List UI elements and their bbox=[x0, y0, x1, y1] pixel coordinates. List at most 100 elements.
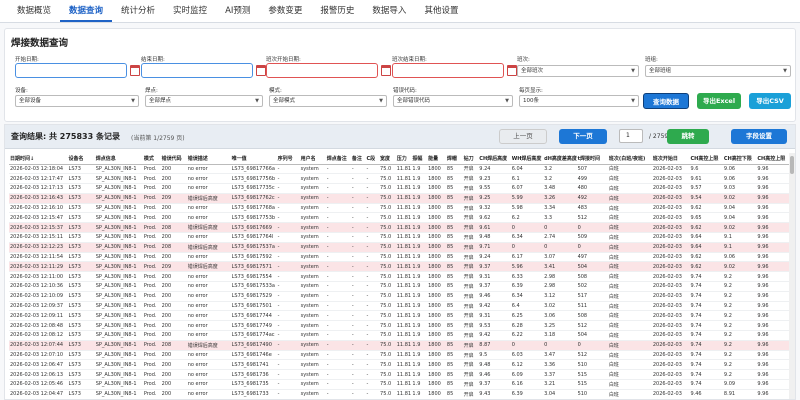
table-cell: 9.43 bbox=[478, 389, 511, 399]
tab-0[interactable]: 数据概览 bbox=[8, 2, 60, 22]
column-header[interactable]: 班次开始日 bbox=[651, 153, 690, 165]
team-select[interactable]: 全部班组 ▼ bbox=[645, 65, 791, 77]
tab-2[interactable]: 统计分析 bbox=[112, 2, 164, 22]
column-header[interactable]: 日期时间↓ bbox=[9, 153, 68, 165]
scrollbar-thumb[interactable] bbox=[790, 156, 794, 174]
column-header[interactable]: 压力 bbox=[395, 153, 412, 165]
column-header[interactable]: 振幅 bbox=[411, 153, 428, 165]
column-header[interactable]: CH高控下限 bbox=[722, 153, 757, 165]
table-cell: 200 bbox=[160, 369, 187, 381]
column-header[interactable]: 班次(白班/夜班) bbox=[607, 153, 652, 165]
shift-end-calendar-icon[interactable] bbox=[507, 65, 517, 76]
table-row[interactable]: 2026-02-03 12:18:04 LS73 SP_AL30N_IN8-1 Pro… bbox=[9, 164, 789, 175]
table-row[interactable]: 2026-02-03 12:10:09 LS73 SP_AL30N_IN8-1 Pro… bbox=[9, 291, 789, 302]
prev-page-button[interactable]: 上一页 bbox=[499, 129, 547, 144]
page-number-input[interactable]: 1 bbox=[619, 129, 643, 143]
column-header[interactable]: CH焊后高度 bbox=[478, 153, 511, 165]
table-row[interactable]: 2026-02-03 12:17:13 LS73 SP_AL30N_IN8-1 Pro… bbox=[9, 183, 789, 194]
device-select[interactable]: 全部设备 ▼ bbox=[15, 95, 139, 107]
table-row[interactable]: 2026-02-03 12:06:47 LS73 SP_AL30N_IN8-1 Pro… bbox=[9, 359, 789, 371]
shift-start-input[interactable] bbox=[266, 63, 378, 78]
shift-start-calendar-icon[interactable] bbox=[381, 65, 391, 76]
tab-4[interactable]: AI预测 bbox=[216, 2, 259, 22]
column-header[interactable]: 错误描述 bbox=[186, 153, 231, 165]
column-header[interactable]: 焊帽 bbox=[445, 153, 463, 165]
column-header[interactable]: 用户名 bbox=[299, 153, 326, 165]
column-header[interactable]: 模式 bbox=[142, 153, 161, 165]
table-row[interactable]: 2026-02-03 12:16:10 LS73 SP_AL30N_IN8-1 Pro… bbox=[9, 203, 789, 214]
tab-3[interactable]: 实时监控 bbox=[164, 2, 216, 22]
column-header[interactable]: 备注 bbox=[350, 153, 366, 165]
table-row[interactable]: 2026-02-03 12:15:11 LS73 SP_AL30N_IN8-1 Pro… bbox=[9, 232, 789, 243]
column-header[interactable]: 钻刀 bbox=[462, 153, 479, 165]
query-data-button[interactable]: 查询数据 bbox=[643, 93, 689, 109]
table-row[interactable]: 2026-02-03 12:07:10 LS73 SP_AL30N_IN8-1 Pro… bbox=[9, 350, 789, 361]
table-cell: 208 bbox=[160, 222, 187, 234]
tab-1[interactable]: 数据查询 bbox=[60, 2, 113, 22]
table-row[interactable]: 2026-02-03 12:15:47 LS73 SP_AL30N_IN8-1 Pro… bbox=[9, 212, 789, 224]
table-row[interactable]: 2026-02-03 12:17:47 LS73 SP_AL30N_IN8-1 Pro… bbox=[9, 173, 789, 185]
table-cell: 9.04 bbox=[722, 212, 757, 224]
table-scrollbar[interactable] bbox=[789, 153, 795, 399]
table-row[interactable]: 2026-02-03 12:06:13 LS73 SP_AL30N_IN8-1 Pro… bbox=[9, 369, 789, 381]
end-date-calendar-icon[interactable] bbox=[256, 65, 266, 76]
end-date-input[interactable] bbox=[141, 63, 253, 78]
column-header[interactable]: 宽度 bbox=[379, 153, 396, 165]
export-csv-button[interactable]: 导出CSV bbox=[749, 93, 791, 109]
error-code-select[interactable]: 全部错误代码 ▼ bbox=[393, 95, 513, 107]
table-cell: system bbox=[299, 340, 326, 351]
table-row[interactable]: 2026-02-03 12:12:23 LS73 SP_AL30N_IN8-1 Pro… bbox=[9, 242, 789, 253]
weld-point-select[interactable]: 全部焊点 ▼ bbox=[145, 95, 263, 107]
table-cell: 85 bbox=[445, 301, 463, 312]
table-row[interactable]: 2026-02-03 12:09:11 LS73 SP_AL30N_IN8-1 Pro… bbox=[9, 310, 789, 322]
column-header[interactable]: C段 bbox=[365, 153, 380, 165]
column-header[interactable]: WH焊后高度 bbox=[510, 153, 544, 165]
column-header[interactable]: 唯一值 bbox=[230, 153, 277, 165]
shift-end-input[interactable] bbox=[392, 63, 504, 78]
jump-button[interactable]: 跳转 bbox=[667, 129, 709, 144]
page-size-select[interactable]: 100条 ▼ bbox=[519, 95, 639, 107]
tab-5[interactable]: 参数变更 bbox=[259, 2, 311, 22]
table-row[interactable]: 2026-02-03 12:05:46 LS73 SP_AL30N_IN8-1 Pro… bbox=[9, 379, 789, 390]
column-header[interactable]: 焊点信息 bbox=[94, 153, 143, 165]
mode-select[interactable]: 全部模式 ▼ bbox=[269, 95, 387, 107]
table-cell: - bbox=[325, 389, 351, 399]
table-row[interactable]: 2026-02-03 12:11:29 LS73 SP_AL30N_IN8-1 Pro… bbox=[9, 261, 789, 273]
table-row[interactable]: 2026-02-03 12:09:37 LS73 SP_AL30N_IN8-1 Pro… bbox=[9, 301, 789, 312]
start-date-calendar-icon[interactable] bbox=[130, 65, 140, 76]
column-header[interactable]: 焊点备注 bbox=[325, 153, 351, 165]
table-cell: - bbox=[350, 173, 366, 185]
column-header[interactable]: 能量 bbox=[427, 153, 446, 165]
table-cell: 75.0 bbox=[379, 203, 396, 214]
table-row[interactable]: 2026-02-03 12:11:00 LS73 SP_AL30N_IN8-1 Pro… bbox=[9, 271, 789, 283]
table-cell: LS73 bbox=[67, 183, 95, 194]
table-row[interactable]: 2026-02-03 12:11:54 LS73 SP_AL30N_IN8-1 Pro… bbox=[9, 252, 789, 263]
export-excel-button[interactable]: 导出Excel bbox=[697, 93, 741, 109]
table-row[interactable]: 2026-02-03 12:07:44 LS73 SP_AL30N_IN8-1 Pro… bbox=[9, 340, 789, 351]
next-page-button[interactable]: 下一页 bbox=[559, 129, 607, 144]
table-row[interactable]: 2026-02-03 12:16:43 LS73 SP_AL30N_IN8-1 Pro… bbox=[9, 193, 789, 204]
column-header[interactable]: CH高控上限 bbox=[756, 153, 789, 165]
tab-8[interactable]: 其他设置 bbox=[415, 2, 467, 22]
tab-6[interactable]: 报警历史 bbox=[311, 2, 363, 22]
table-cell: 9.74 bbox=[689, 379, 723, 390]
column-header[interactable]: 序列号 bbox=[276, 153, 300, 165]
table-cell: 8.91 bbox=[722, 389, 757, 399]
table-row[interactable]: 2026-02-03 12:15:37 LS73 SP_AL30N_IN8-1 Pro… bbox=[9, 222, 789, 234]
column-header[interactable]: CH高控上限 bbox=[689, 153, 723, 165]
table-cell: 9.37 bbox=[478, 379, 511, 390]
table-cell: 200 bbox=[160, 320, 187, 332]
column-header[interactable]: t焊接时间 bbox=[576, 153, 608, 165]
table-row[interactable]: 2026-02-03 12:04:47 LS73 SP_AL30N_IN8-1 Pro… bbox=[9, 389, 789, 399]
field-settings-button[interactable]: 字段设置 bbox=[731, 129, 787, 144]
table-row[interactable]: 2026-02-03 12:08:12 LS73 SP_AL30N_IN8-1 Pro… bbox=[9, 330, 789, 341]
column-header[interactable]: dH高度差高度 bbox=[543, 153, 577, 165]
shift-select[interactable]: 全部班次 ▼ bbox=[517, 65, 639, 77]
start-date-input[interactable] bbox=[15, 63, 127, 78]
column-header[interactable]: 错误代码 bbox=[160, 153, 187, 165]
results-toolbar: 查询结果: 共 275833 条记录 (当前第 1/2759 页) 上一页 下一… bbox=[5, 125, 795, 149]
tab-7[interactable]: 数据导入 bbox=[363, 2, 415, 22]
table-row[interactable]: 2026-02-03 12:08:48 LS73 SP_AL30N_IN8-1 Pro… bbox=[9, 320, 789, 332]
table-row[interactable]: 2026-02-03 12:10:36 LS73 SP_AL30N_IN8-1 Pro… bbox=[9, 281, 789, 292]
column-header[interactable]: 设备名 bbox=[67, 153, 95, 165]
